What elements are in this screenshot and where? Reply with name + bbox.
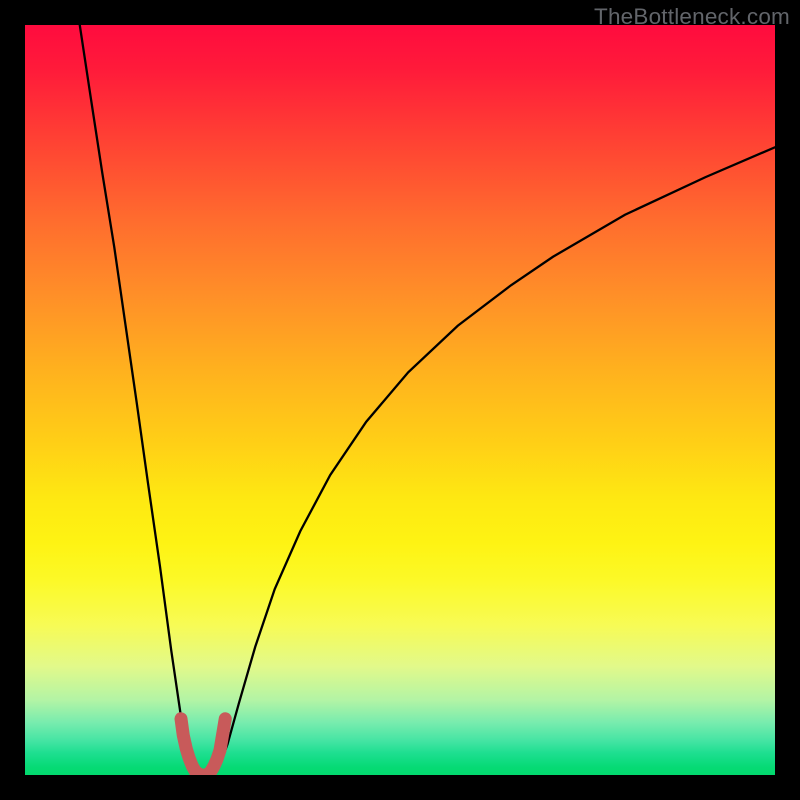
left-branch-curve [80, 25, 197, 775]
chart-svg [25, 25, 775, 775]
chart-area [25, 25, 775, 775]
right-branch-curve [211, 147, 775, 775]
bottom-highlight-curve [181, 719, 225, 775]
